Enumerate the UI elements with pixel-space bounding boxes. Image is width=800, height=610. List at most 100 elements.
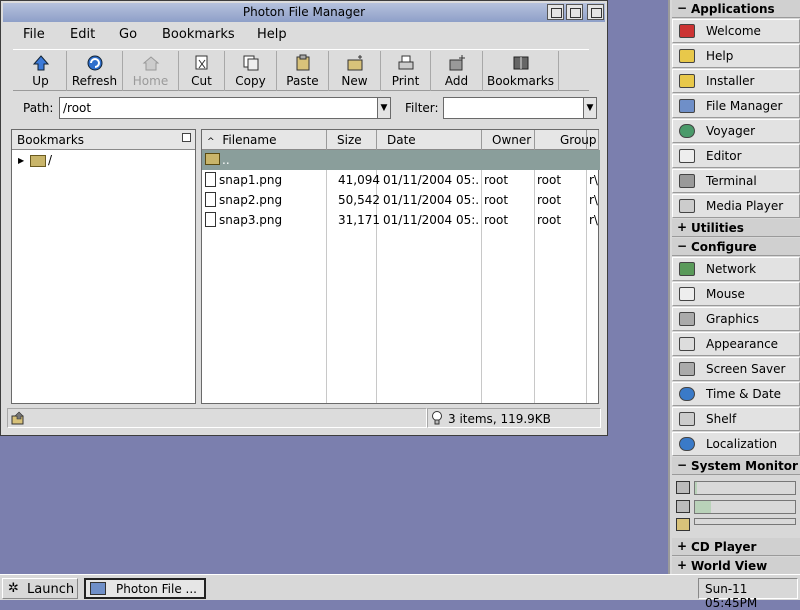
table-row[interactable]: snap3.png 31,171 01/11/2004 05:... root … — [202, 210, 600, 230]
speaker-icon — [679, 199, 695, 213]
shelf-item-graphics[interactable]: Graphics — [672, 307, 800, 331]
refresh-button[interactable]: Refresh — [67, 51, 123, 91]
cut-icon — [192, 54, 212, 72]
table-row[interactable]: .. — [202, 150, 600, 170]
collapse-icon: − — [677, 1, 687, 15]
path-dropdown-button[interactable]: ▼ — [377, 97, 391, 119]
menu-go[interactable]: Go — [119, 27, 137, 42]
globe-clock-icon — [679, 387, 695, 401]
bookmarks-button[interactable]: Bookmarks — [483, 51, 559, 91]
lightbulb-icon — [431, 410, 443, 426]
column-permissions[interactable] — [587, 130, 599, 150]
shelf-item-editor[interactable]: Editor — [672, 144, 800, 168]
refresh-label: Refresh — [67, 74, 122, 88]
table-row[interactable]: snap2.png 50,542 01/11/2004 05:... root … — [202, 190, 600, 210]
shelf-item-mouse[interactable]: Mouse — [672, 282, 800, 306]
terminal-icon — [679, 174, 695, 188]
owner-cell: root — [484, 213, 508, 227]
shelf-item-terminal[interactable]: Terminal — [672, 169, 800, 193]
clock[interactable]: Sun-11 05:45PM — [698, 578, 798, 599]
window-titlebar[interactable]: Photon File Manager — [3, 3, 605, 22]
new-folder-icon — [345, 54, 365, 72]
localization-globe-icon — [679, 437, 695, 451]
shelf-section-applications[interactable]: − Applications — [672, 0, 800, 18]
up-arrow-icon — [31, 54, 51, 72]
column-size[interactable]: Size — [327, 130, 377, 150]
shelf-item-label: Graphics — [706, 312, 759, 326]
up-folder-icon[interactable] — [11, 411, 27, 425]
shelf-section-utilities[interactable]: + Utilities — [672, 219, 800, 237]
shelf-item-network[interactable]: Network — [672, 257, 800, 281]
menu-help[interactable]: Help — [257, 27, 287, 42]
column-owner[interactable]: Owner — [482, 130, 535, 150]
shelf-item-installer[interactable]: Installer — [672, 69, 800, 93]
column-date-label: Date — [387, 133, 416, 147]
up-label: Up — [15, 74, 66, 88]
new-button[interactable]: New — [329, 51, 381, 91]
toolbar: Up Refresh Home Cut — [13, 49, 589, 91]
folder-icon — [30, 155, 46, 167]
shelf-item-time-date[interactable]: Time & Date — [672, 382, 800, 406]
expand-icon: + — [677, 220, 687, 234]
menu-bookmarks[interactable]: Bookmarks — [162, 27, 235, 42]
bookmarks-pane-toggle[interactable] — [182, 133, 191, 142]
path-input[interactable]: /root — [59, 97, 377, 119]
cut-button[interactable]: Cut — [179, 51, 225, 91]
column-filename[interactable]: ^ Filename — [202, 130, 327, 150]
size-cell: 41,094 — [338, 173, 380, 187]
network-icon — [679, 262, 695, 276]
home-label: Home — [123, 74, 178, 88]
column-filename-label: Filename — [222, 133, 276, 147]
shelf-item-media-player[interactable]: Media Player — [672, 194, 800, 218]
taskbar-item-file-manager[interactable]: Photon File ... — [84, 578, 206, 599]
up-button[interactable]: Up — [15, 51, 67, 91]
bookmarks-pane: Bookmarks ▶ / — [11, 129, 196, 404]
shelf-item-file-manager[interactable]: File Manager — [672, 94, 800, 118]
shelf-item-help[interactable]: Help — [672, 44, 800, 68]
collapse-icon: − — [677, 239, 687, 253]
menu-file[interactable]: File — [23, 27, 45, 42]
taskbar-item-label: Photon File ... — [116, 582, 197, 596]
shelf-item-label: Time & Date — [706, 387, 781, 401]
shelf-section-title: Applications — [691, 2, 775, 16]
shelf-item-label: File Manager — [706, 99, 783, 113]
column-date[interactable]: Date — [377, 130, 482, 150]
new-label: New — [329, 74, 380, 88]
disk-icon — [676, 518, 690, 531]
path-value: /root — [63, 101, 91, 115]
maximize-button[interactable] — [566, 4, 583, 20]
menu-bar: File Edit Go Bookmarks Help — [3, 24, 605, 46]
minimize-button[interactable] — [547, 4, 564, 20]
shelf-item-voyager[interactable]: Voyager — [672, 119, 800, 143]
shelf-item-appearance[interactable]: Appearance — [672, 332, 800, 356]
shelf-item-localization[interactable]: Localization — [672, 432, 800, 456]
shelf-item-welcome[interactable]: Welcome — [672, 19, 800, 43]
filter-input[interactable] — [443, 97, 583, 119]
shelf-section-world-view[interactable]: + World View — [672, 557, 800, 575]
home-icon — [141, 54, 161, 72]
close-button[interactable] — [587, 4, 604, 20]
cpu-icon — [676, 481, 690, 494]
status-left-panel — [7, 408, 427, 428]
home-button[interactable]: Home — [123, 51, 179, 91]
launch-button[interactable]: ✲ Launch — [2, 578, 78, 599]
help-icon — [679, 49, 695, 63]
shelf-item-label: Network — [706, 262, 756, 276]
print-button[interactable]: Print — [381, 51, 431, 91]
table-row[interactable]: snap1.png 41,094 01/11/2004 05:... root … — [202, 170, 600, 190]
filter-dropdown-button[interactable]: ▼ — [583, 97, 597, 119]
shelf-item-screen-saver[interactable]: Screen Saver — [672, 357, 800, 381]
file-manager-icon — [679, 99, 695, 113]
paste-button[interactable]: Paste — [277, 51, 329, 91]
copy-button[interactable]: Copy — [225, 51, 277, 91]
shelf-section-system-monitor[interactable]: − System Monitor — [672, 457, 800, 475]
column-group[interactable]: Group — [535, 130, 587, 150]
shelf-item-shelf[interactable]: Shelf — [672, 407, 800, 431]
add-bookmark-button[interactable]: Add — [431, 51, 483, 91]
expand-arrow-icon[interactable]: ▶ — [18, 156, 24, 165]
shelf-section-cd-player[interactable]: + CD Player — [672, 538, 800, 556]
group-cell: root — [537, 173, 561, 187]
menu-edit[interactable]: Edit — [70, 27, 95, 42]
editor-icon — [679, 149, 695, 163]
shelf-section-configure[interactable]: − Configure — [672, 238, 800, 256]
